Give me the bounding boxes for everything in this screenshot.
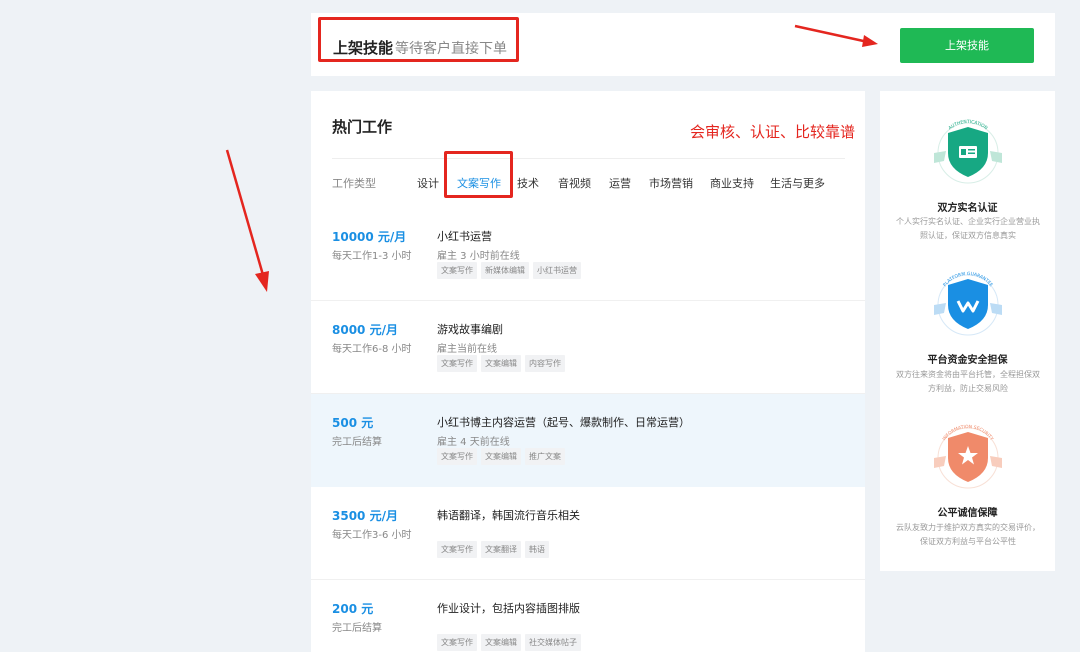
- tag: 社交媒体帖子: [525, 634, 581, 651]
- job-schedule: 每天工作3-6 小时: [332, 530, 412, 541]
- guarantee-desc: 云队友致力于维护双方真实的交易评价，保证双方利益与平台公平性: [896, 523, 1040, 546]
- divider: [332, 158, 845, 159]
- job-schedule: 每天工作1-3 小时: [332, 251, 412, 262]
- guarantee-title: 双方实名认证: [937, 203, 998, 214]
- job-schedule: 完工后结算: [332, 623, 382, 634]
- job-salary: 10000 元/月: [332, 230, 407, 244]
- job-schedule: 每天工作6-8 小时: [332, 344, 412, 355]
- arrow-to-button-icon: [794, 24, 878, 47]
- tag: 推广文案: [525, 448, 565, 465]
- job-salary: 8000 元/月: [332, 323, 398, 337]
- guarantee-panel: AUTHENTICATION 双方实名认证 个人实行实名认证、企业实行企业营业执…: [880, 91, 1055, 571]
- tag: 文案编辑: [481, 448, 521, 465]
- arrow-down-icon: [225, 149, 269, 292]
- job-tags: 文案写作 文案编辑 推广文案: [437, 448, 565, 465]
- job-title[interactable]: 游戏故事编剧: [437, 321, 503, 337]
- job-row-highlighted[interactable]: 500 元 完工后结算 小红书博主内容运营（起号、爆款制作、日常运营） 雇主 4…: [311, 394, 865, 487]
- guarantee-desc: 个人实行实名认证、企业实行企业营业执照认证，保证双方信息真实: [896, 217, 1040, 240]
- job-row[interactable]: 3500 元/月 每天工作3-6 小时 韩语翻译，韩国流行音乐相关 文案写作 文…: [311, 487, 865, 580]
- job-row[interactable]: 200 元 完工后结算 作业设计，包括内容插图排版 文案写作 文案编辑 社交媒体…: [311, 580, 865, 652]
- employer-status: 雇主 3 小时前在线: [437, 251, 520, 262]
- information-security-badge-icon: INFORMATION SECURITY: [934, 424, 1002, 489]
- tag: 文案写作: [437, 448, 477, 465]
- tag: 文案写作: [437, 262, 477, 279]
- tab-audio-video[interactable]: 音视频: [558, 175, 591, 191]
- highlight-box-banner: [318, 17, 519, 62]
- job-title[interactable]: 作业设计，包括内容插图排版: [437, 600, 580, 616]
- guarantee-desc: 双方往来资金将由平台托管，全程担保双方利益，防止交易风险: [896, 370, 1040, 393]
- tag: 文案写作: [437, 355, 477, 372]
- employer-status: 雇主当前在线: [437, 344, 497, 355]
- tag: 内容写作: [525, 355, 565, 372]
- guarantee-title: 平台资金安全担保: [927, 355, 1008, 366]
- job-type-label: 工作类型: [332, 177, 376, 190]
- job-schedule: 完工后结算: [332, 437, 382, 448]
- tag: 文案编辑: [481, 355, 521, 372]
- employer-status: 雇主 4 天前在线: [437, 437, 510, 448]
- job-title[interactable]: 小红书运营: [437, 228, 492, 244]
- tab-design[interactable]: 设计: [417, 175, 439, 191]
- job-tags: 文案写作 文案编辑 内容写作: [437, 355, 565, 372]
- tab-marketing[interactable]: 市场营销: [649, 175, 693, 191]
- annotation-text: 会审核、认证、比较靠谱: [690, 123, 856, 141]
- tag: 新媒体编辑: [481, 262, 529, 279]
- job-title[interactable]: 韩语翻译，韩国流行音乐相关: [437, 507, 580, 523]
- tab-business-support[interactable]: 商业支持: [710, 175, 754, 191]
- tag: 文案编辑: [481, 634, 521, 651]
- job-salary: 200 元: [332, 602, 374, 616]
- hot-jobs-card: 热门工作 会审核、认证、比较靠谱 工作类型 设计 文案写作 技术 音视频 运营 …: [311, 91, 865, 652]
- authentication-badge-icon: AUTHENTICATION: [934, 119, 1002, 184]
- tag: 韩语: [525, 541, 549, 558]
- tab-life-more[interactable]: 生活与更多: [770, 175, 825, 191]
- tag: 小红书运营: [533, 262, 581, 279]
- job-tags: 文案写作 新媒体编辑 小红书运营: [437, 262, 581, 279]
- job-title[interactable]: 小红书博主内容运营（起号、爆款制作、日常运营）: [437, 414, 690, 430]
- tag: 文案翻译: [481, 541, 521, 558]
- highlight-box-tab: [444, 151, 513, 198]
- job-salary: 500 元: [332, 416, 374, 430]
- job-salary: 3500 元/月: [332, 509, 398, 523]
- hot-jobs-title: 热门工作: [332, 118, 393, 136]
- top-banner: 上架技能 等待客户直接下单 上架技能: [311, 13, 1055, 76]
- tag: 文案写作: [437, 634, 477, 651]
- guarantee-title: 公平诚信保障: [937, 508, 998, 519]
- job-row[interactable]: 8000 元/月 每天工作6-8 小时 游戏故事编剧 雇主当前在线 文案写作 文…: [311, 301, 865, 394]
- job-tags: 文案写作 文案翻译 韩语: [437, 541, 549, 558]
- tab-tech[interactable]: 技术: [517, 175, 539, 191]
- list-skill-button[interactable]: 上架技能: [900, 28, 1034, 63]
- job-row[interactable]: 10000 元/月 每天工作1-3 小时 小红书运营 雇主 3 小时前在线 文案…: [311, 208, 865, 301]
- platform-guarantee-badge-icon: PLATFORM GUARANTEE: [934, 271, 1002, 336]
- tab-operations[interactable]: 运营: [609, 175, 631, 191]
- tag: 文案写作: [437, 541, 477, 558]
- job-tags: 文案写作 文案编辑 社交媒体帖子: [437, 634, 581, 651]
